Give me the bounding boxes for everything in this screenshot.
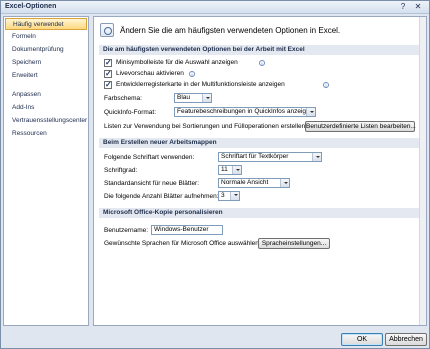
- color-scheme-value: Blau: [177, 94, 191, 101]
- livepreview-checkbox[interactable]: [104, 69, 112, 78]
- color-scheme-select[interactable]: Blau: [174, 93, 212, 103]
- username-label: Benutzername:: [104, 227, 149, 234]
- help-icon[interactable]: ?: [398, 2, 408, 12]
- sheet-count-stepper[interactable]: 3: [218, 191, 240, 201]
- sheet-count-value: 3: [221, 192, 225, 199]
- default-view-value: Normale Ansicht: [221, 179, 269, 186]
- sidebar-item-ressourcen[interactable]: Ressourcen: [4, 128, 88, 140]
- chevron-down-icon: [232, 166, 241, 174]
- sidebar-item-vertrauensstellungscenter[interactable]: Vertrauensstellungscenter: [4, 115, 88, 127]
- font-label: Folgende Schriftart verwenden:: [104, 154, 195, 161]
- chevron-down-icon: [202, 94, 211, 102]
- sidebar-item-dokumentpruefung[interactable]: Dokumentprüfung: [4, 44, 88, 56]
- quickinfo-select[interactable]: Featurebeschreibungen in QuickInfos anze…: [174, 107, 316, 117]
- section-header-personalize: Microsoft Office-Kopie personalisieren: [99, 208, 419, 218]
- title-bar: Excel-Optionen ? ✕: [1, 1, 429, 14]
- custom-lists-label: Listen zur Verwendung bei Sortierungen u…: [104, 123, 308, 130]
- default-view-label: Standardansicht für neue Blätter:: [104, 180, 200, 187]
- page-title: Ändern Sie die am häufigsten verwendeten…: [120, 26, 341, 35]
- chevron-down-icon: [312, 153, 321, 161]
- scrollbar[interactable]: [419, 17, 426, 325]
- sidebar-item-haeufig-verwendet[interactable]: Häufig verwendet: [5, 18, 87, 30]
- options-icon: [100, 23, 114, 37]
- font-value: Schriftart für Textkörper: [221, 153, 289, 160]
- info-icon: i: [259, 60, 265, 66]
- options-content-panel: Ändern Sie die am häufigsten verwendeten…: [93, 16, 427, 326]
- options-sidebar: Häufig verwendet Formeln Dokumentprüfung…: [3, 16, 89, 326]
- sheet-count-label: Die folgende Anzahl Blätter aufnehmen:: [104, 193, 219, 200]
- sidebar-item-formeln[interactable]: Formeln: [4, 31, 88, 43]
- spinner-arrows-icon[interactable]: [230, 192, 239, 200]
- section-header-new-workbooks: Beim Erstellen neuer Arbeitsmappen: [99, 138, 419, 148]
- sidebar-item-speichern[interactable]: Speichern: [4, 57, 88, 69]
- font-size-value: 11: [221, 166, 228, 173]
- language-settings-button[interactable]: Spracheinstellungen...: [258, 238, 330, 249]
- font-size-label: Schriftgrad:: [104, 167, 138, 174]
- quickinfo-value: Featurebeschreibungen in QuickInfos anze…: [177, 108, 314, 115]
- font-select[interactable]: Schriftart für Textkörper: [218, 152, 322, 162]
- chevron-down-icon: [280, 179, 289, 187]
- developer-tab-label: Entwicklerregisterkarte in der Multifunk…: [116, 81, 285, 88]
- excel-options-dialog: Excel-Optionen ? ✕ Häufig verwendet Form…: [0, 0, 430, 349]
- font-size-select[interactable]: 11: [218, 165, 242, 175]
- username-field[interactable]: Windows-Benutzer: [151, 225, 223, 235]
- ok-button[interactable]: OK: [341, 333, 383, 346]
- sidebar-item-add-ins[interactable]: Add-Ins: [4, 102, 88, 114]
- developer-tab-checkbox[interactable]: [104, 80, 112, 89]
- info-icon: i: [323, 82, 329, 88]
- sidebar-item-erweitert[interactable]: Erweitert: [4, 70, 88, 82]
- edit-custom-lists-button[interactable]: Benutzerdefinierte Listen bearbeiten...: [305, 121, 416, 132]
- cancel-button[interactable]: Abbrechen: [385, 333, 427, 346]
- info-icon: i: [189, 71, 195, 77]
- languages-label: Gewünschte Sprachen für Microsoft Office…: [104, 240, 261, 247]
- default-view-select[interactable]: Normale Ansicht: [218, 178, 290, 188]
- color-scheme-label: Farbschema:: [104, 95, 142, 102]
- minitoolbar-checkbox[interactable]: [104, 58, 112, 67]
- chevron-down-icon: [306, 108, 315, 116]
- sidebar-item-anpassen[interactable]: Anpassen: [4, 89, 88, 101]
- minitoolbar-label: Minisymbolleiste für die Auswahl anzeige…: [116, 59, 238, 66]
- window-title: Excel-Optionen: [5, 3, 57, 10]
- quickinfo-label: QuickInfo-Format:: [104, 109, 157, 116]
- section-header-common-options: Die am häufigsten verwendeten Optionen b…: [99, 45, 419, 55]
- close-icon[interactable]: ✕: [412, 2, 424, 12]
- livepreview-label: Livevorschau aktivieren: [116, 70, 184, 77]
